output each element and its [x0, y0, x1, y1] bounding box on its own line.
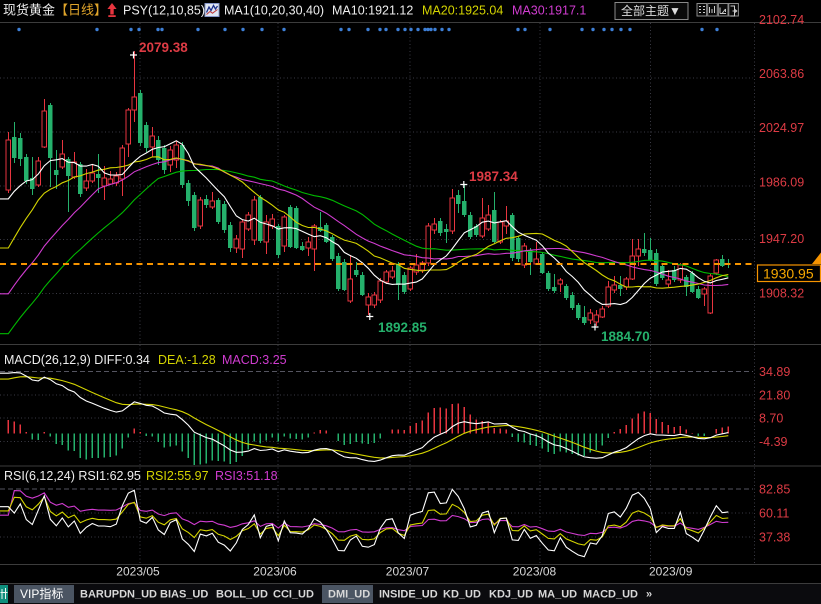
svg-text:KD_UD: KD_UD	[443, 589, 481, 601]
svg-text:BARUPDN_UD: BARUPDN_UD	[80, 589, 157, 601]
svg-text:PSY(12,10,85): PSY(12,10,85)	[123, 4, 205, 18]
svg-text:MACD:3.25: MACD:3.25	[222, 353, 287, 367]
svg-text:MA_UD: MA_UD	[538, 589, 577, 601]
svg-text:MA30:1917.1: MA30:1917.1	[512, 4, 586, 18]
svg-text:2023/07: 2023/07	[386, 565, 430, 579]
svg-text:CCI_UD: CCI_UD	[273, 589, 314, 601]
svg-text:VIP指标: VIP指标	[20, 586, 63, 601]
svg-text:现货黄金【日线】: 现货黄金【日线】	[3, 3, 107, 18]
svg-text:2023/09: 2023/09	[649, 565, 693, 579]
svg-text:RSI(6,12,24) RSI1:62.95: RSI(6,12,24) RSI1:62.95	[4, 469, 141, 483]
svg-text:2023/06: 2023/06	[253, 565, 297, 579]
svg-text:34.89: 34.89	[759, 365, 790, 379]
svg-text:60.11: 60.11	[759, 506, 789, 520]
svg-text:-4.39: -4.39	[759, 435, 788, 449]
svg-text:DEA:-1.28: DEA:-1.28	[158, 353, 216, 367]
svg-text:1884.70: 1884.70	[601, 329, 650, 344]
svg-text:1947.20: 1947.20	[759, 232, 804, 246]
svg-text:82.85: 82.85	[759, 482, 790, 496]
svg-text:21.80: 21.80	[759, 388, 790, 402]
svg-text:»: »	[646, 589, 652, 601]
svg-text:1892.85: 1892.85	[378, 320, 427, 335]
svg-text:DMI_UD: DMI_UD	[328, 589, 370, 601]
svg-text:RSI3:51.18: RSI3:51.18	[215, 469, 278, 483]
svg-text:2102.74: 2102.74	[759, 13, 804, 27]
svg-text:1986.09: 1986.09	[759, 176, 804, 190]
svg-text:全部主题▼: 全部主题▼	[621, 3, 681, 18]
svg-text:MA10:1921.12: MA10:1921.12	[332, 4, 413, 18]
svg-text:37.38: 37.38	[759, 531, 790, 545]
svg-text:MACD(26,12,9) DIFF:0.34: MACD(26,12,9) DIFF:0.34	[4, 353, 150, 367]
svg-text:2023/08: 2023/08	[513, 565, 557, 579]
svg-text:RSI2:55.97: RSI2:55.97	[146, 469, 209, 483]
svg-text:2023/05: 2023/05	[116, 565, 160, 579]
svg-text:2024.97: 2024.97	[759, 121, 804, 135]
svg-text:MA1(10,20,30,40): MA1(10,20,30,40)	[224, 4, 324, 18]
svg-text:8.70: 8.70	[759, 412, 783, 426]
svg-text:BOLL_UD: BOLL_UD	[216, 589, 268, 601]
svg-text:KDJ_UD: KDJ_UD	[489, 589, 533, 601]
svg-text:MA20:1925.04: MA20:1925.04	[422, 4, 503, 18]
svg-text:1930.95: 1930.95	[763, 266, 814, 282]
svg-text:INSIDE_UD: INSIDE_UD	[379, 589, 438, 601]
svg-text:1908.32: 1908.32	[759, 286, 804, 300]
svg-text:1987.34: 1987.34	[469, 169, 518, 184]
svg-text:2079.38: 2079.38	[139, 40, 188, 55]
svg-text:2063.86: 2063.86	[759, 67, 804, 81]
svg-text:BIAS_UD: BIAS_UD	[160, 589, 208, 601]
svg-text:MACD_UD: MACD_UD	[583, 589, 638, 601]
